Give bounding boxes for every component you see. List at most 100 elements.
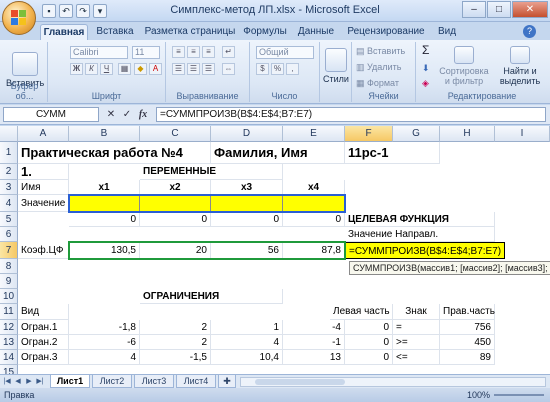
cell-h14[interactable]: 89: [440, 350, 495, 365]
cell-f6[interactable]: Значение Направл.: [345, 227, 495, 242]
sheet-tab-1[interactable]: Лист1: [50, 375, 90, 388]
tab-page-layout[interactable]: Разметка страницы: [142, 24, 238, 40]
cell-a3[interactable]: Имя: [18, 180, 69, 195]
align-right-icon[interactable]: ☰: [202, 63, 215, 75]
row-header[interactable]: 6: [0, 227, 18, 242]
cell-d5[interactable]: 0: [211, 212, 283, 227]
cell-c10[interactable]: ОГРАНИЧЕНИЯ: [140, 289, 283, 304]
cell-a11[interactable]: Вид: [18, 304, 69, 320]
cell-a12[interactable]: Огран.1: [18, 320, 69, 335]
cell-c5[interactable]: 0: [140, 212, 211, 227]
row-header[interactable]: 12: [0, 320, 18, 335]
column-header-i[interactable]: I: [495, 126, 550, 142]
row-header[interactable]: 5: [0, 212, 18, 227]
cell-f11[interactable]: Левая часть: [330, 304, 393, 320]
tab-data[interactable]: Данные: [294, 24, 338, 40]
insert-cells-button[interactable]: ▤ Вставить: [356, 45, 405, 57]
cell-e13[interactable]: -1: [283, 335, 345, 350]
maximize-button[interactable]: □: [487, 1, 511, 18]
cell-a14[interactable]: Огран.3: [18, 350, 69, 365]
sheet-tab-4[interactable]: Лист4: [176, 375, 216, 388]
cell-f5[interactable]: ЦЕЛЕВАЯ ФУНКЦИЯ: [345, 212, 495, 227]
sort-filter-button[interactable]: Сортировка и фильтр: [438, 46, 490, 86]
cell-e5[interactable]: 0: [283, 212, 345, 227]
cell-h11[interactable]: Прав.часть: [440, 304, 495, 320]
cell-b5[interactable]: 0: [69, 212, 140, 227]
help-icon[interactable]: ?: [523, 25, 536, 38]
scroll-thumb[interactable]: [255, 379, 345, 385]
cell-c12[interactable]: 2: [140, 320, 211, 335]
fill-icon[interactable]: ⬇: [422, 62, 430, 74]
name-box[interactable]: СУММ: [3, 107, 99, 122]
prev-sheet-icon[interactable]: ◀: [13, 376, 23, 387]
column-header-c[interactable]: C: [140, 126, 211, 142]
styles-button[interactable]: Стили: [322, 48, 350, 84]
last-sheet-icon[interactable]: ▶|: [35, 376, 45, 387]
cell-c13[interactable]: 2: [140, 335, 211, 350]
cell-c3[interactable]: x2: [140, 180, 211, 195]
cell-f12[interactable]: 0: [345, 320, 393, 335]
cell-f14[interactable]: 0: [345, 350, 393, 365]
formula-input[interactable]: =СУММПРОИЗВ(B$4:E$4;B7:E7): [156, 107, 546, 122]
cell-d12[interactable]: 1: [211, 320, 283, 335]
cell-c14[interactable]: -1,5: [140, 350, 211, 365]
tab-home[interactable]: Главная: [40, 24, 88, 40]
row-header[interactable]: 10: [0, 289, 18, 304]
horizontal-scrollbar[interactable]: [240, 377, 546, 387]
merge-cells-icon[interactable]: ⇔: [222, 63, 235, 75]
cell-d14[interactable]: 10,4: [211, 350, 283, 365]
number-format-combo[interactable]: Общий: [256, 46, 314, 59]
row-header[interactable]: 4: [0, 195, 18, 212]
minimize-button[interactable]: –: [462, 1, 486, 18]
cell-f1[interactable]: 11рс-1: [345, 142, 440, 164]
enter-icon[interactable]: ✓: [120, 107, 134, 122]
new-sheet-icon[interactable]: ✚: [218, 375, 236, 388]
select-all-corner[interactable]: [0, 126, 18, 142]
cell-b13[interactable]: -6: [69, 335, 140, 350]
sheet-tab-3[interactable]: Лист3: [134, 375, 174, 388]
column-header-e[interactable]: E: [283, 126, 345, 142]
row-header[interactable]: 2: [0, 164, 18, 180]
font-size-combo[interactable]: 11: [132, 46, 160, 59]
close-button[interactable]: ✕: [512, 1, 548, 18]
cell-d13[interactable]: 4: [211, 335, 283, 350]
cell-f13[interactable]: 0: [345, 335, 393, 350]
underline-button[interactable]: Ч: [100, 63, 113, 75]
office-button[interactable]: [2, 1, 36, 35]
align-bottom-icon[interactable]: ≡: [202, 46, 215, 58]
row-header[interactable]: 15: [0, 365, 18, 374]
cell-c2[interactable]: ПЕРЕМЕННЫЕ: [140, 164, 283, 180]
delete-cells-button[interactable]: ▥ Удалить: [356, 61, 401, 73]
first-sheet-icon[interactable]: |◀: [2, 376, 12, 387]
row-header[interactable]: 14: [0, 350, 18, 365]
bold-button[interactable]: Ж: [70, 63, 83, 75]
row-header[interactable]: 13: [0, 335, 18, 350]
wrap-text-icon[interactable]: ↵: [222, 46, 235, 58]
fill-color-icon[interactable]: ◆: [134, 63, 147, 75]
row-header[interactable]: 8: [0, 259, 18, 274]
borders-icon[interactable]: ▦: [118, 63, 131, 75]
cell-e14[interactable]: 13: [283, 350, 345, 365]
cell-b14[interactable]: 4: [69, 350, 140, 365]
next-sheet-icon[interactable]: ▶: [24, 376, 34, 387]
cell-b12[interactable]: -1,8: [69, 320, 140, 335]
currency-icon[interactable]: $: [256, 63, 269, 75]
column-header-h[interactable]: H: [440, 126, 495, 142]
font-name-combo[interactable]: Calibri: [70, 46, 128, 59]
column-header-g[interactable]: G: [393, 126, 440, 142]
zoom-level[interactable]: 100%: [467, 388, 490, 402]
worksheet-grid[interactable]: A B C D E F G H I 1 2 3 4 5 6 7 8 9 10 1…: [0, 126, 550, 374]
cell-a13[interactable]: Огран.2: [18, 335, 69, 350]
align-left-icon[interactable]: ☰: [172, 63, 185, 75]
cancel-icon[interactable]: ✕: [104, 107, 118, 122]
row-header[interactable]: 9: [0, 274, 18, 289]
row-header[interactable]: 11: [0, 304, 18, 320]
autosum-icon[interactable]: Σ: [422, 44, 429, 56]
cell-g11[interactable]: Знак: [393, 304, 440, 320]
align-center-icon[interactable]: ☰: [187, 63, 200, 75]
insert-function-icon[interactable]: fx: [136, 107, 150, 122]
cell-g12[interactable]: =: [393, 320, 440, 335]
cell-b3[interactable]: x1: [69, 180, 140, 195]
row-header[interactable]: 1: [0, 142, 18, 164]
row-header[interactable]: 7: [0, 242, 18, 259]
